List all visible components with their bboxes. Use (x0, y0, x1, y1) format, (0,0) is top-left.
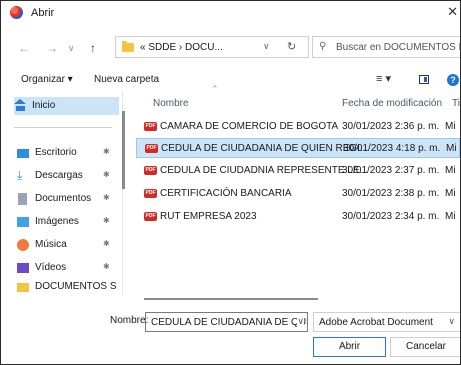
search-icon: ⚲ (319, 41, 327, 52)
file-date: 30/01/2023 2:37 p. m. (342, 165, 440, 176)
file-type: Mi (445, 165, 456, 176)
file-type: Mi (445, 188, 456, 199)
file-name: CAMARA DE COMERCIO DE BOGOTA (160, 121, 339, 132)
file-row[interactable]: PDF CEDULA DE CIUDADNIA REPRESENTE LE...… (136, 161, 460, 181)
file-name-area: Nombre: CEDULA DE CIUDADANIA DE QUIEN ∨ … (1, 307, 460, 364)
nav-label: DOCUMENTOS S (35, 281, 117, 292)
nav-label: Documentos (35, 193, 92, 204)
app-icon (10, 6, 23, 19)
pdf-file-icon: PDF (145, 144, 158, 153)
file-type-select[interactable]: Adobe Acrobat Document ∨ (313, 312, 460, 332)
pdf-file-icon: PDF (144, 189, 157, 198)
pin-icon: ✱ (103, 170, 110, 179)
title-bar: Abrir ✕ (1, 1, 460, 25)
chevron-down-icon: ∨ (448, 316, 455, 326)
nav-item-documentos[interactable]: Documentos ✱ (17, 190, 121, 208)
download-icon: ⤓ (17, 168, 23, 182)
file-name: RUT EMPRESA 2023 (160, 211, 257, 222)
file-row[interactable]: PDF CAMARA DE COMERCIO DE BOGOTA 30/01/2… (136, 117, 460, 137)
nav-item-documentos-s[interactable]: DOCUMENTOS S (17, 278, 121, 296)
pdf-file-icon: PDF (144, 166, 157, 175)
nav-item-inicio[interactable]: Inicio (14, 97, 119, 115)
desktop-icon (17, 149, 29, 158)
window-title: Abrir (31, 7, 55, 19)
command-bar: Organizar ▾ Nueva carpeta ≡ ▾ ? (1, 69, 460, 91)
file-date: 30/01/2023 4:18 p. m. (343, 143, 441, 154)
nav-item-imagenes[interactable]: Imágenes ✱ (17, 213, 121, 231)
nav-label: Descargas (35, 170, 83, 181)
nav-label: Inicio (32, 100, 56, 111)
preview-pane-icon[interactable] (419, 75, 429, 84)
nav-item-musica[interactable]: Música ✱ (17, 236, 121, 254)
organize-button[interactable]: Organizar ▾ (21, 74, 73, 85)
address-dropdown-icon[interactable]: ∨ (263, 41, 270, 52)
file-name-label: Nombre: (110, 315, 149, 326)
file-row-selected[interactable]: PDF CEDULA DE CIUDADANIA DE QUIEN REGI..… (136, 138, 460, 158)
home-icon (14, 99, 26, 111)
file-type: Mi (445, 211, 456, 222)
back-arrow-icon[interactable]: ← (18, 41, 30, 55)
pin-icon: ✱ (103, 216, 110, 225)
file-name: CEDULA DE CIUDADANIA DE QUIEN REGI... (161, 143, 369, 154)
file-date: 30/01/2023 2:38 p. m. (342, 188, 440, 199)
folder-icon (17, 283, 29, 292)
pin-icon: ✱ (103, 239, 110, 248)
pdf-file-icon: PDF (144, 122, 157, 131)
column-header-name[interactable]: Nombre (153, 98, 189, 109)
nav-item-videos[interactable]: Vídeos ✱ (17, 259, 121, 277)
documents-icon (18, 193, 27, 205)
pdf-file-icon: PDF (144, 212, 157, 221)
view-options-icon[interactable]: ≡ ▾ (376, 72, 391, 85)
address-bar[interactable]: « SDDE › DOCU... ∨ ↻ (115, 36, 309, 58)
file-type: Mi (446, 143, 457, 154)
file-name-input[interactable]: CEDULA DE CIUDADANIA DE QUIEN ∨ (145, 312, 308, 332)
file-type: Mi (445, 121, 456, 132)
help-icon[interactable]: ? (447, 74, 459, 86)
pin-icon: ✱ (103, 193, 110, 202)
nav-separator (14, 127, 112, 128)
nav-item-escritorio[interactable]: Escritorio ✱ (17, 144, 121, 162)
file-type-value: Adobe Acrobat Document (319, 317, 433, 328)
file-name: CEDULA DE CIUDADNIA REPRESENTE LE... (160, 165, 368, 176)
file-row[interactable]: PDF RUT EMPRESA 2023 30/01/2023 2:34 p. … (136, 207, 460, 227)
search-input[interactable]: ⚲ Buscar en DOCUMENTOS RE... (312, 36, 460, 58)
nav-label: Imágenes (35, 216, 79, 227)
pin-icon: ✱ (103, 147, 110, 156)
navigation-pane: Inicio Escritorio ✱ ⤓ Descargas ✱ Docume… (1, 91, 122, 298)
address-row: ← → ∨ ↑ « SDDE › DOCU... ∨ ↻ ⚲ Buscar en… (1, 25, 460, 69)
open-button[interactable]: Abrir (313, 337, 386, 357)
folder-icon (122, 41, 134, 52)
pin-icon: ✱ (103, 262, 110, 271)
close-icon[interactable]: ✕ (447, 4, 458, 20)
file-row[interactable]: PDF CERTIFICACIÓN BANCARIA 30/01/2023 2:… (136, 184, 460, 204)
nav-label: Vídeos (35, 262, 67, 273)
sort-arrow-icon: ⌃ (211, 84, 219, 94)
file-name: CERTIFICACIÓN BANCARIA (160, 188, 292, 199)
address-path: « SDDE › DOCU... (140, 42, 223, 53)
column-header-date[interactable]: Fecha de modificación (342, 98, 442, 109)
music-icon (17, 239, 29, 251)
search-placeholder: Buscar en DOCUMENTOS RE... (336, 42, 460, 53)
cancel-button[interactable]: Cancelar (390, 337, 460, 357)
recent-chevron-icon[interactable]: ∨ (68, 43, 75, 54)
file-date: 30/01/2023 2:34 p. m. (342, 211, 440, 222)
nav-scrollbar[interactable] (122, 111, 125, 189)
nav-label: Música (35, 239, 67, 250)
refresh-icon[interactable]: ↻ (287, 40, 296, 53)
up-arrow-icon[interactable]: ↑ (90, 41, 96, 55)
file-name-value: CEDULA DE CIUDADANIA DE QUIEN (151, 317, 308, 328)
column-header-type[interactable]: Tip (452, 98, 460, 109)
file-date: 30/01/2023 2:36 p. m. (342, 121, 440, 132)
open-file-dialog: Abrir ✕ ← → ∨ ↑ « SDDE › DOCU... ∨ ↻ ⚲ B… (0, 0, 461, 365)
forward-arrow-icon[interactable]: → (46, 41, 58, 55)
pictures-icon (17, 217, 29, 227)
horizontal-scrollbar[interactable] (144, 298, 318, 300)
new-folder-button[interactable]: Nueva carpeta (94, 74, 159, 85)
videos-icon (17, 263, 29, 273)
chevron-down-icon[interactable]: ∨ (297, 316, 304, 327)
nav-label: Escritorio (35, 147, 77, 158)
nav-item-descargas[interactable]: ⤓ Descargas ✱ (17, 167, 121, 185)
